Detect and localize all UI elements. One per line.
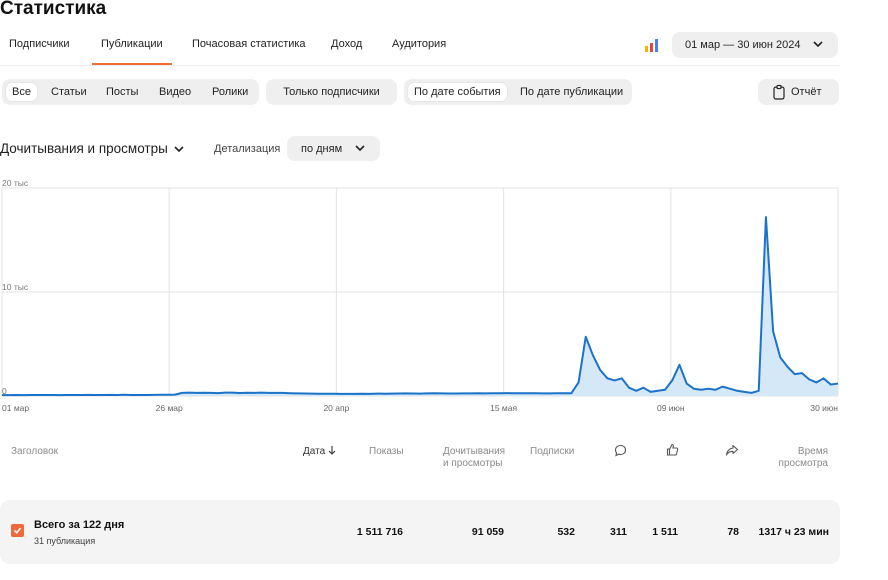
col-reads-views[interactable]: Дочитывания и просмотры [443, 446, 507, 470]
select-all-checkbox[interactable] [11, 524, 24, 537]
x-tick-label: 15 мая [490, 403, 517, 413]
comment-icon[interactable] [614, 444, 627, 457]
share-icon[interactable] [725, 444, 739, 457]
x-tick-label: 26 мар [156, 403, 183, 413]
col-view-time[interactable]: Время просмотра [776, 446, 828, 470]
filter-videos[interactable]: Видео [153, 83, 197, 101]
detail-value: по дням [301, 142, 343, 155]
col-impressions[interactable]: Показы [369, 446, 404, 458]
metric-title: Дочитывания и просмотры [0, 141, 168, 156]
series-line [2, 216, 839, 397]
tab-income[interactable]: Доход [331, 38, 362, 50]
date-range-picker[interactable]: 01 мар — 30 июн 2024 [672, 32, 838, 58]
tab-hourly-stats[interactable]: Почасовая статистика [192, 38, 306, 50]
active-tab-indicator [92, 63, 172, 65]
total-likes: 1 511 [652, 526, 678, 538]
check-icon [13, 527, 22, 534]
col-date[interactable]: Дата [303, 446, 336, 458]
tab-subscribers[interactable]: Подписчики [9, 38, 70, 50]
col-subscriptions[interactable]: Подписки [530, 446, 574, 458]
chevron-down-icon [355, 145, 365, 152]
filter-by-event-date[interactable]: По дате события [408, 83, 507, 101]
total-row: Всего за 122 дня 31 публикация 1 511 716… [0, 500, 840, 564]
detail-label: Детализация [214, 143, 281, 155]
thumbs-up-icon[interactable] [666, 443, 679, 456]
date-range-label: 01 мар — 30 июн 2024 [685, 39, 801, 51]
detail-select[interactable]: по дням [287, 136, 380, 161]
filter-shorts[interactable]: Ролики [206, 83, 254, 101]
series-area [2, 217, 838, 396]
y-tick-label: 10 тыс [2, 282, 29, 292]
subscribers-only-toggle[interactable]: Только подписчики [266, 79, 397, 105]
date-mode-filter: По дате события По дате публикации [404, 79, 632, 105]
arrow-down-icon [328, 446, 336, 455]
total-comments: 311 [610, 526, 627, 538]
x-tick-label: 20 апр [323, 403, 349, 413]
filter-posts[interactable]: Посты [100, 83, 144, 101]
tab-publications[interactable]: Публикации [101, 38, 163, 50]
tab-audience[interactable]: Аудитория [392, 38, 446, 50]
total-reads-views: 91 059 [471, 526, 504, 538]
x-tick-label: 09 июн [657, 403, 685, 413]
total-impressions: 1 511 716 [356, 526, 403, 538]
total-shares: 78 [727, 526, 739, 538]
filter-all[interactable]: Все [6, 83, 37, 101]
filter-articles[interactable]: Статьи [45, 83, 93, 101]
reads-views-chart: 20 тыс10 тыс001 мар 26 мар 20 апр 15 мая 09 … [1, 178, 839, 413]
page-title: Статистика [0, 0, 107, 19]
total-view-time: 1317 ч 23 мин [758, 526, 829, 538]
metric-selector[interactable]: Дочитывания и просмотры [0, 141, 185, 156]
total-title: Всего за 122 дня [34, 519, 125, 531]
col-title[interactable]: Заголовок [11, 446, 58, 458]
chevron-down-icon [174, 145, 184, 152]
total-subtitle: 31 публикация [34, 536, 96, 546]
report-button[interactable]: Отчёт [758, 79, 839, 105]
content-type-filter: Все Статьи Посты Видео Ролики [2, 79, 259, 105]
filter-by-publication-date[interactable]: По дате публикации [514, 83, 629, 101]
total-subscriptions: 532 [557, 526, 575, 538]
col-date-label: Дата [303, 446, 326, 457]
bar-chart-icon[interactable] [644, 38, 660, 52]
report-button-label: Отчёт [791, 86, 822, 98]
chevron-down-icon [813, 41, 823, 48]
x-tick-label: 30 июн [810, 403, 838, 413]
clipboard-icon [773, 84, 785, 100]
x-tick-label: 01 мар [2, 403, 29, 413]
y-tick-label: 20 тыс [2, 178, 29, 188]
